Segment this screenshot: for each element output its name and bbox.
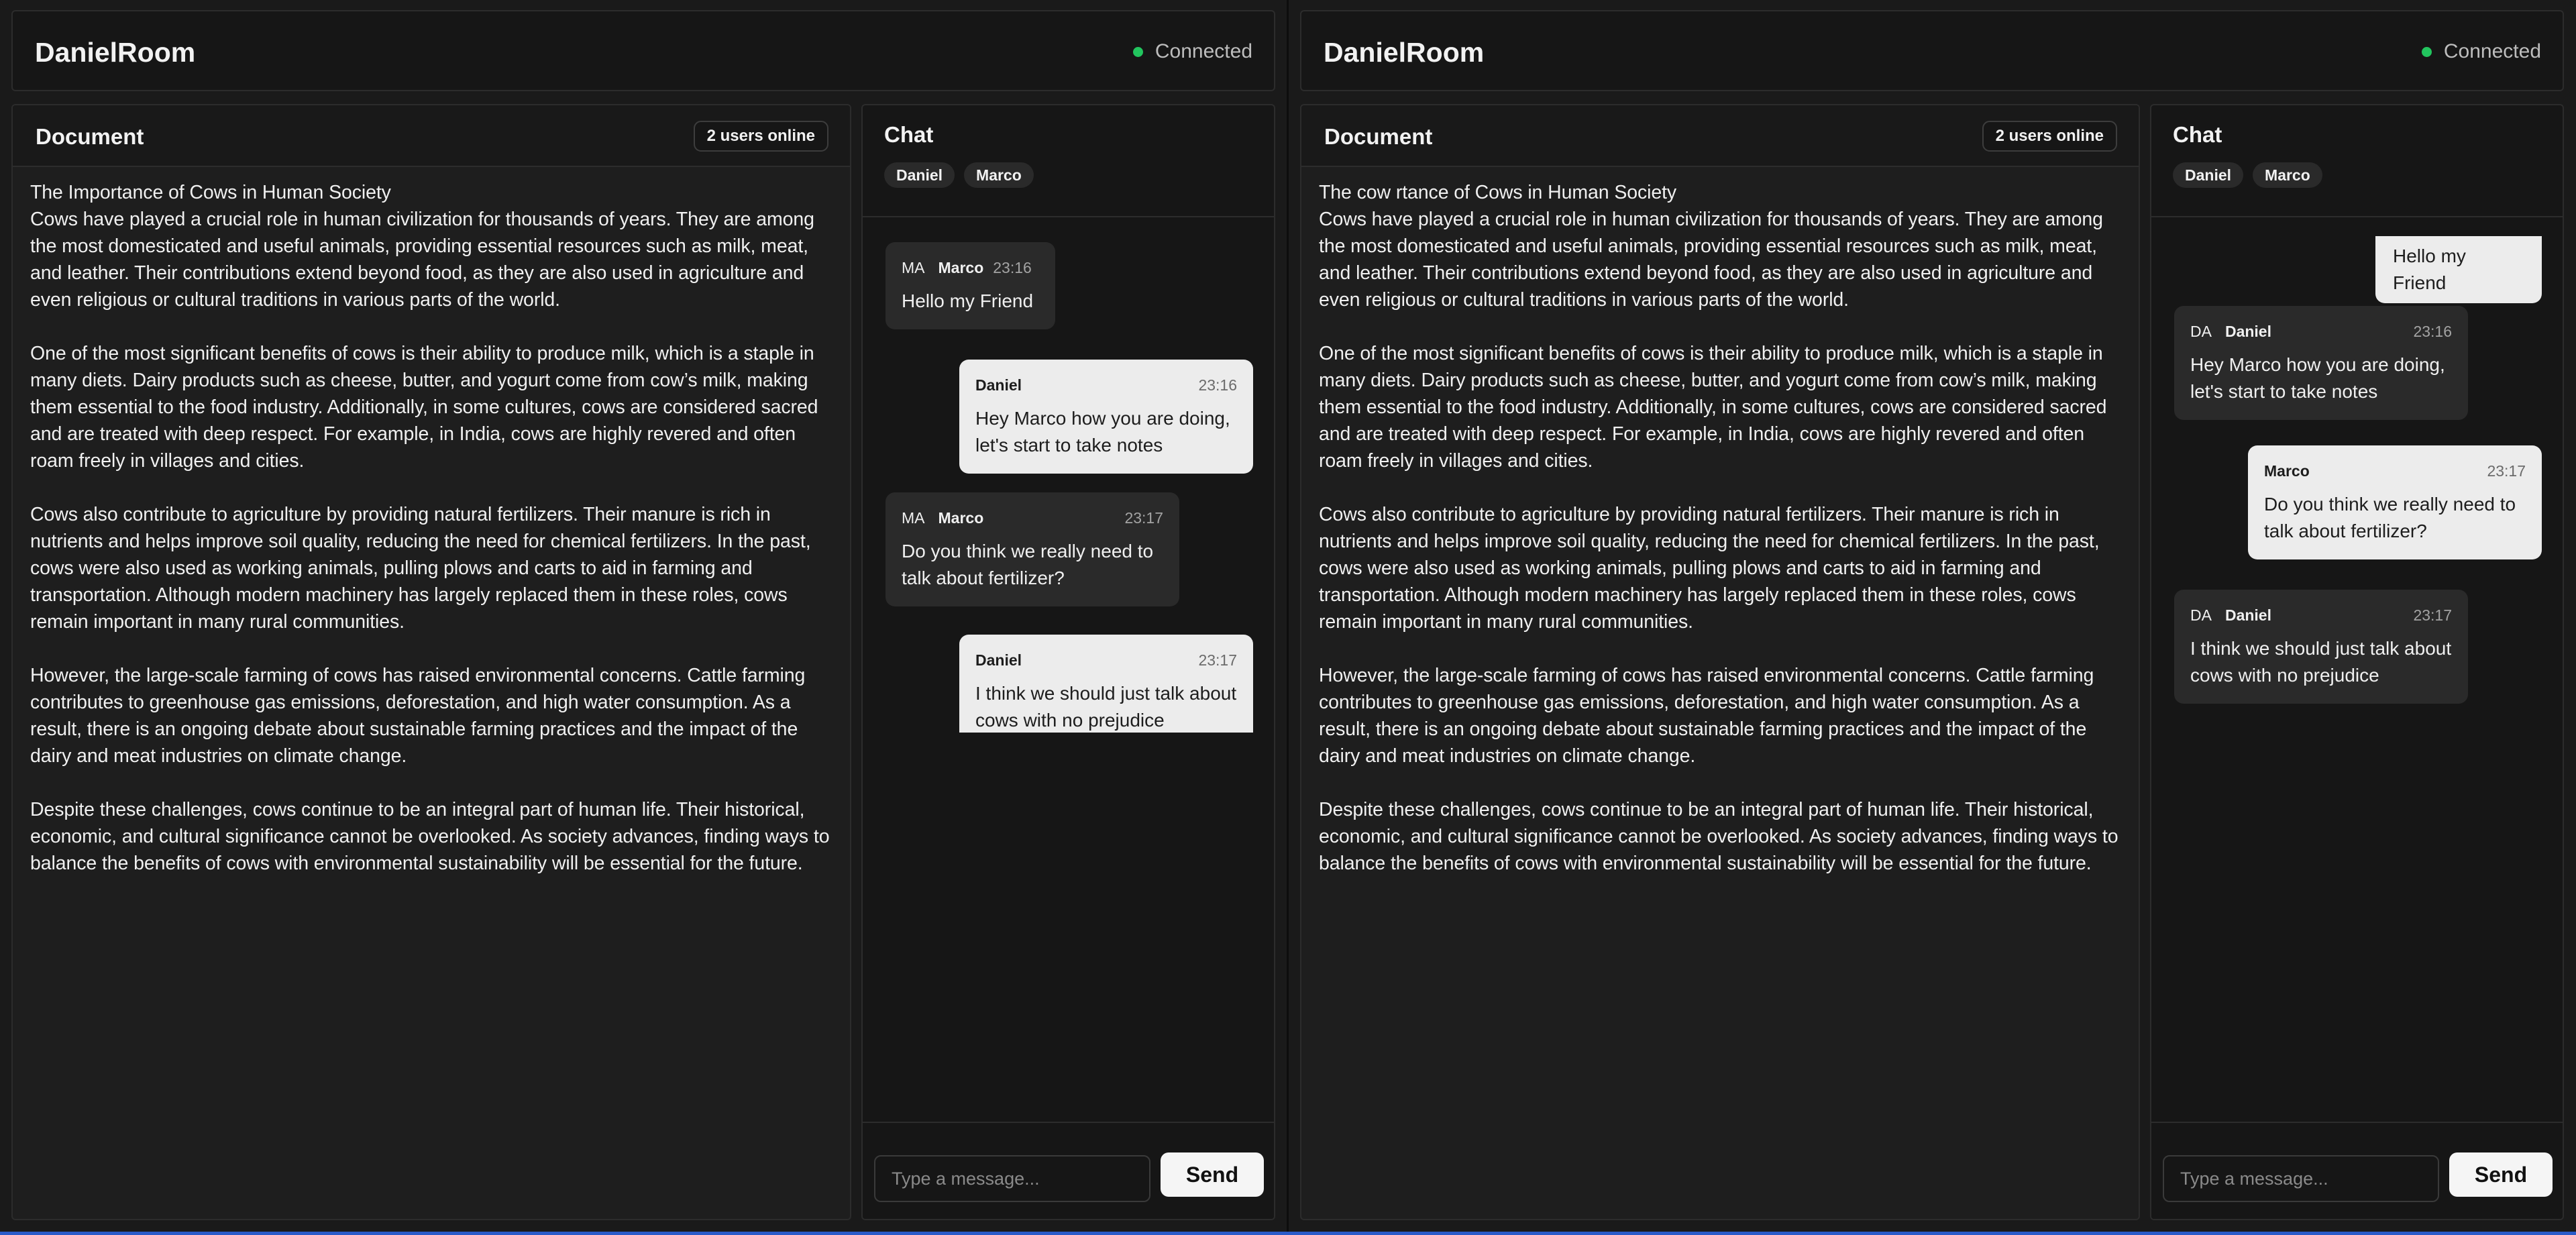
sender-name: Daniel [2224,322,2271,340]
taskbar-edge [0,1232,2576,1235]
chat-panel: Chat Daniel Marco Hello my Friend DA Dan… [2150,104,2564,1220]
users-online-badge: 2 users online [693,121,828,152]
sender-name: Daniel [2224,606,2271,624]
chat-message: MA Marco 23:16 Hello my Friend [885,242,1055,329]
chat-message: DA Daniel 23:16 Hey Marco how you are do… [2174,306,2468,420]
message-text: Hey Marco how you are doing, let's start… [975,408,1230,455]
chat-title: Chat [2173,122,2222,147]
document-title: Document [1324,124,1433,149]
message-time: 23:17 [1198,651,1237,669]
document-header: Document 2 users online [1301,105,2139,167]
participant-list: Daniel Marco [884,162,1034,188]
document-editor[interactable]: The cow rtance of Cows in Human Society … [1319,179,2124,1205]
room-title: DanielRoom [35,37,196,68]
room-header: DanielRoom Connected [11,10,1275,91]
chat-message: Daniel 23:17 I think we should just talk… [959,635,1253,733]
message-text: Hello my Friend [902,290,1034,311]
document-header: Document 2 users online [13,105,850,167]
message-text: I think we should just talk about cows w… [2190,638,2452,686]
participant-chip: Daniel [2173,162,2244,188]
connection-label: Connected [1155,40,1252,62]
message-time: 23:17 [2413,606,2452,624]
sender-avatar: MA [902,258,925,276]
message-meta: MA Marco 23:17 [902,507,1163,529]
document-title: Document [36,124,144,149]
status-dot-icon [1132,46,1143,57]
users-online-badge: 2 users online [1982,121,2117,152]
send-button[interactable]: Send [1161,1152,1264,1197]
sender-avatar: DA [2190,606,2212,624]
message-time: 23:16 [2413,322,2452,340]
participant-list: Daniel Marco [2173,162,2322,188]
message-input[interactable] [2163,1155,2439,1202]
message-text: Do you think we really need to talk abou… [2264,494,2516,541]
chat-message: MA Marco 23:17 Do you think we really ne… [885,492,1179,606]
message-meta: DA Daniel 23:16 [2190,321,2452,342]
message-meta: DA Daniel 23:17 [2190,604,2452,626]
message-meta: Daniel 23:16 [975,374,1237,396]
connection-label: Connected [2443,40,2541,62]
message-time: 23:17 [2487,462,2526,480]
room-header: DanielRoom Connected [1300,10,2564,91]
sender-avatar: DA [2190,322,2212,340]
connection-status: Connected [1132,40,1252,63]
message-meta: Marco 23:17 [2264,460,2526,482]
chat-panel: Chat Daniel Marco MA Marco 23:16 Hello m… [861,104,1275,1220]
message-text: I think we should just talk about cows w… [975,683,1237,731]
chat-message: DA Daniel 23:17 I think we should just t… [2174,590,2468,704]
document-panel: Document 2 users online The Importance o… [11,104,851,1220]
chat-header: Chat Daniel Marco [2151,105,2563,217]
message-list[interactable]: MA Marco 23:16 Hello my Friend Daniel 23… [863,219,1274,840]
sender-name: Marco [938,258,984,276]
left-pane: DanielRoom Connected Document 2 users on… [0,0,1287,1232]
message-text: Do you think we really need to talk abou… [902,541,1154,588]
message-list[interactable]: Hello my Friend DA Daniel 23:16 Hey Marc… [2151,219,2563,840]
right-pane: DanielRoom Connected Document 2 users on… [1289,0,2575,1232]
message-meta: MA Marco 23:16 [902,257,1039,278]
message-time: 23:16 [1198,376,1237,394]
chat-title: Chat [884,122,934,147]
message-time: 23:16 [993,258,1032,276]
message-composer: Send [2151,1122,2563,1219]
sender-name: Daniel [975,651,1022,669]
chat-message: Marco 23:17 Do you think we really need … [2248,445,2542,559]
document-panel: Document 2 users online The cow rtance o… [1300,104,2140,1220]
participant-chip: Daniel [884,162,955,188]
chat-message: Hello my Friend [2375,236,2542,303]
participant-chip: Marco [2253,162,2322,188]
participant-chip: Marco [964,162,1034,188]
message-time: 23:17 [1124,508,1163,527]
document-editor[interactable]: The Importance of Cows in Human Society … [30,179,835,1205]
message-text: Hello my Friend [2393,246,2466,293]
sender-name: Daniel [975,376,1022,394]
sender-avatar: MA [902,508,925,527]
sender-name: Marco [2264,462,2310,480]
message-composer: Send [863,1122,1274,1219]
message-input[interactable] [874,1155,1150,1202]
sender-name: Marco [938,508,984,527]
send-button[interactable]: Send [2449,1152,2553,1197]
room-title: DanielRoom [1324,37,1485,68]
message-text: Hey Marco how you are doing, let's start… [2190,354,2445,402]
connection-status: Connected [2421,40,2541,63]
chat-message: Daniel 23:16 Hey Marco how you are doing… [959,360,1253,474]
message-meta: Daniel 23:17 [975,649,1237,671]
chat-header: Chat Daniel Marco [863,105,1274,217]
status-dot-icon [2421,46,2432,57]
